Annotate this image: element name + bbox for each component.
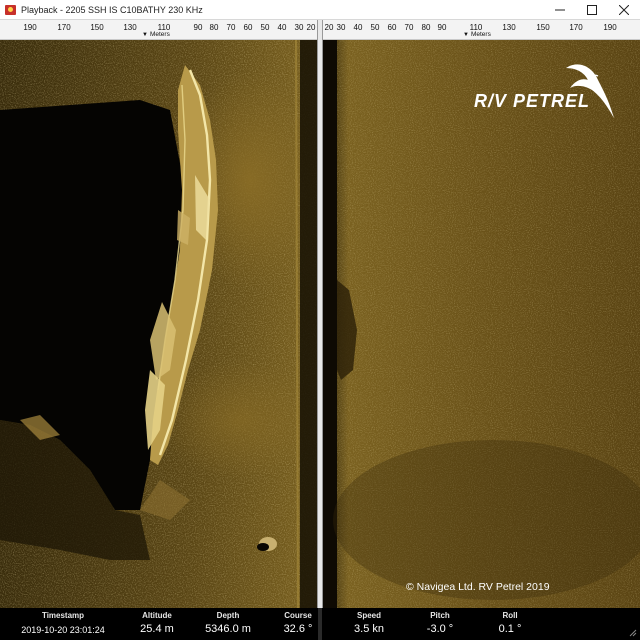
rv-petrel-logo: R/V PETREL	[466, 58, 616, 124]
ruler-tick-label: 40	[353, 23, 363, 32]
ruler-tick-label: 190	[603, 23, 617, 32]
close-icon	[619, 5, 629, 15]
stat-label: Speed	[356, 611, 382, 620]
stat-label: Timestamp	[41, 611, 85, 620]
ruler-tick-label: 90	[437, 23, 447, 32]
ruler-tick-label: 70	[404, 23, 414, 32]
ruler-tick-label: 30	[294, 23, 304, 32]
stat-value: 5346.0 m	[205, 623, 251, 635]
ruler-tick-label: 150	[90, 23, 104, 32]
stat-label: Course	[284, 611, 312, 620]
resize-grip-icon[interactable]	[628, 628, 638, 638]
ruler-tick-label: 60	[387, 23, 397, 32]
stat-value: 25.4 m	[140, 623, 174, 635]
ruler-tick-label: 20	[324, 23, 334, 32]
maximize-button[interactable]	[576, 0, 608, 20]
minimize-button[interactable]	[544, 0, 576, 20]
stat-value: 32.6 °	[283, 623, 313, 635]
ruler-tick-label: 130	[502, 23, 516, 32]
ruler-tick-label: 80	[421, 23, 431, 32]
window-title: Playback - 2205 SSH IS C10BATHY 230 KHz	[21, 4, 203, 15]
app-icon	[5, 4, 17, 16]
stat-value: 2019-10-20 23:01:24	[21, 625, 105, 635]
minimize-icon	[555, 9, 565, 11]
ruler-unit-label: ▼ Meters	[142, 31, 170, 38]
stat-value: -3.0 °	[426, 623, 454, 635]
ruler-tick-label: 60	[243, 23, 253, 32]
ruler-unit-label: ▼ Meters	[463, 31, 491, 38]
ruler-tick-label: 20	[306, 23, 316, 32]
stat-value: 0.1 °	[498, 623, 522, 635]
statusbar-divider	[318, 608, 322, 640]
ruler-tick-label: 190	[23, 23, 37, 32]
ruler-tick-label: 70	[226, 23, 236, 32]
ruler-tick-label: 30	[336, 23, 346, 32]
stat-label: Roll	[502, 611, 518, 620]
sonar-channel-port[interactable]	[0, 40, 317, 608]
range-ruler-port: 190 170 150 130 110 90 80 70 60 50 40 30…	[0, 20, 317, 40]
ruler-tick-label: 50	[370, 23, 380, 32]
logo-text: R/V PETREL	[474, 91, 591, 111]
stat-label: Altitude	[142, 611, 172, 620]
copyright-text: © Navigea Ltd. RV Petrel 2019	[406, 581, 550, 593]
ruler-tick-label: 50	[260, 23, 270, 32]
ruler-tick-label: 80	[209, 23, 219, 32]
ruler-tick-label: 170	[57, 23, 71, 32]
window-titlebar: Playback - 2205 SSH IS C10BATHY 230 KHz	[0, 0, 640, 20]
close-button[interactable]	[608, 0, 640, 20]
ruler-tick-label: 170	[569, 23, 583, 32]
ruler-tick-label: 40	[277, 23, 287, 32]
ruler-tick-label: 90	[193, 23, 203, 32]
ruler-tick-label: 130	[123, 23, 137, 32]
ruler-tick-label: 150	[536, 23, 550, 32]
window-controls	[544, 0, 640, 20]
stat-value: 3.5 kn	[354, 623, 384, 635]
stat-label: Pitch	[430, 611, 450, 620]
range-ruler-starboard: 20 30 40 50 60 70 80 90 110 130 150 170 …	[323, 20, 640, 40]
maximize-icon	[587, 5, 597, 15]
stat-label: Depth	[216, 611, 240, 620]
sonar-channel-starboard[interactable]	[323, 40, 640, 608]
